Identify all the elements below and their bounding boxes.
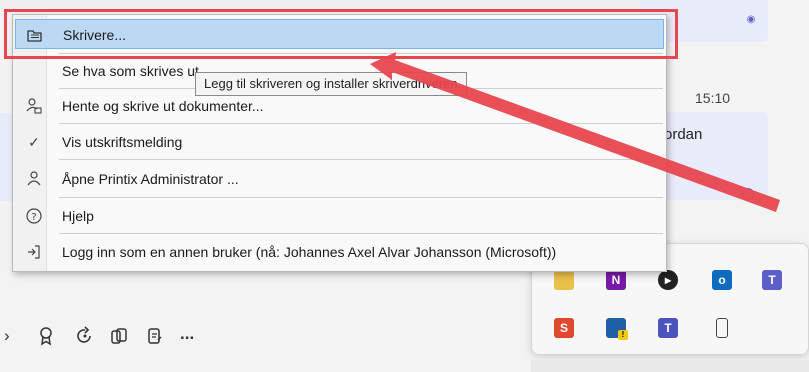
menu-item-help[interactable]: ? Hjelp xyxy=(15,201,664,231)
sent-status-icon xyxy=(742,188,754,200)
menu-item-label: Vis utskriftsmelding xyxy=(62,134,183,150)
menu-separator xyxy=(59,159,663,160)
menu-item-sign-in-other[interactable]: Logg inn som en annen bruker (nå: Johann… xyxy=(15,237,664,267)
more-options-icon[interactable]: ... xyxy=(180,324,194,344)
loop-icon[interactable] xyxy=(76,326,94,351)
taskbar-edge xyxy=(531,360,809,372)
sign-in-icon xyxy=(25,243,43,261)
checkmark-icon: ✓ xyxy=(28,134,40,150)
menu-item-label: Hente og skrive ut dokumenter... xyxy=(62,98,264,114)
admin-user-icon xyxy=(25,170,43,188)
onenote-icon[interactable]: N xyxy=(606,270,626,290)
menu-item-show-notification[interactable]: ✓ Vis utskriftsmelding xyxy=(15,127,664,157)
teams-personal-icon[interactable]: T xyxy=(658,318,678,338)
outlook-icon[interactable]: o xyxy=(712,270,732,290)
network-icon[interactable] xyxy=(554,270,574,290)
message-timestamp: 15:10 xyxy=(695,90,731,106)
menu-separator xyxy=(59,197,663,198)
user-print-icon xyxy=(25,97,43,115)
teams-icon[interactable]: T xyxy=(762,270,782,290)
tooltip: Legg til skriveren og installer skriverd… xyxy=(195,72,467,96)
menu-item-label: Hjelp xyxy=(62,208,94,224)
menu-separator xyxy=(59,233,663,234)
compose-toolbar: › ... xyxy=(0,300,540,360)
snagit-icon[interactable]: S xyxy=(554,318,574,338)
menu-item-label: Se hva som skrives ut xyxy=(62,63,199,79)
svg-text:?: ? xyxy=(31,212,36,223)
chevron-right-icon[interactable]: › xyxy=(4,326,10,346)
defender-warning-icon[interactable]: ! xyxy=(606,318,628,340)
menu-separator xyxy=(59,123,663,124)
menu-item-open-admin[interactable]: Åpne Printix Administrator ... xyxy=(15,164,664,194)
read-receipt-icon: ◉ xyxy=(746,14,756,25)
annotation-highlight-box xyxy=(4,9,678,59)
apps-icon[interactable] xyxy=(110,326,128,351)
help-icon: ? xyxy=(25,207,43,225)
usb-drive-icon[interactable] xyxy=(716,318,728,338)
media-player-icon[interactable]: ▸ xyxy=(658,270,678,290)
praise-icon[interactable] xyxy=(38,326,54,351)
message-text: ordan xyxy=(664,126,703,143)
menu-item-label: Åpne Printix Administrator ... xyxy=(62,171,239,187)
menu-item-label: Logg inn som en annen bruker (nå: Johann… xyxy=(62,244,557,260)
approvals-icon[interactable] xyxy=(146,326,164,351)
